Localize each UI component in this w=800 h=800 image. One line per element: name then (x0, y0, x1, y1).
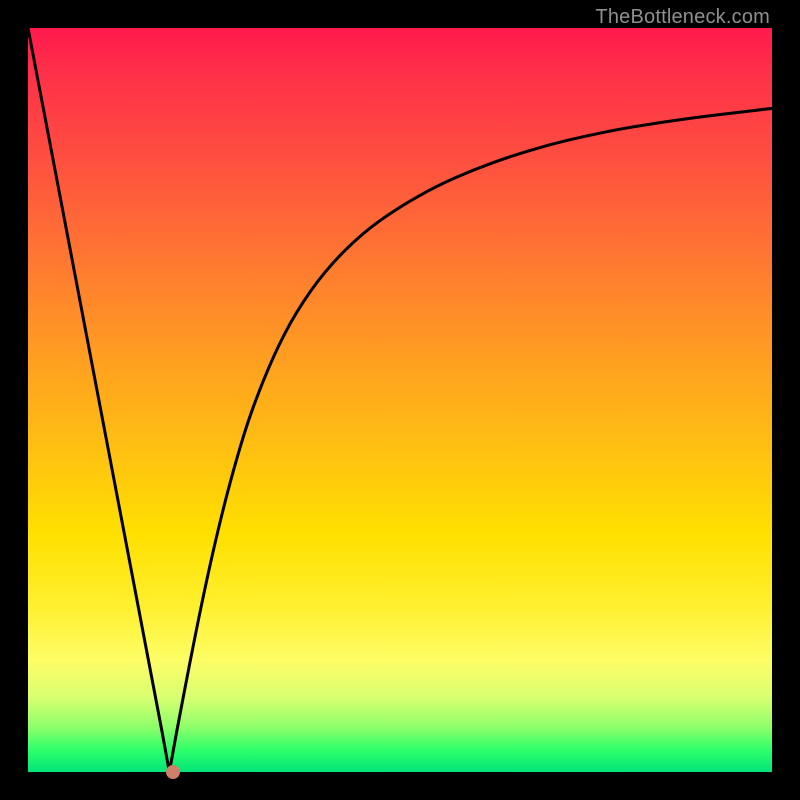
chart-frame: TheBottleneck.com (0, 0, 800, 800)
optimum-marker (166, 765, 180, 779)
plot-area (28, 28, 772, 772)
bottleneck-curve (28, 28, 772, 772)
watermark-text: TheBottleneck.com (595, 6, 770, 29)
